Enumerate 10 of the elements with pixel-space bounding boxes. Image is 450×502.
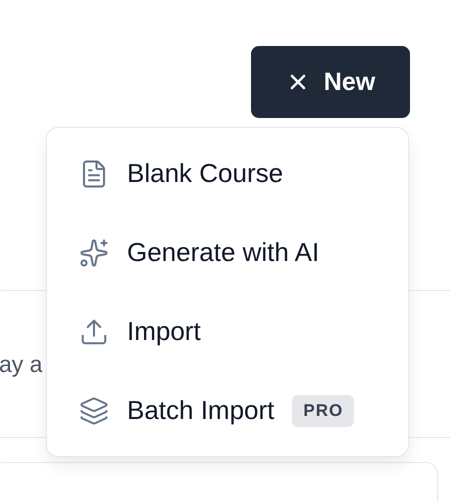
sparkles-icon — [79, 238, 109, 268]
menu-item[interactable]: Batch Import PRO — [47, 374, 408, 446]
card-text: ay a — [0, 350, 42, 378]
menu-item[interactable]: Generate with AI — [47, 216, 408, 288]
upload-icon — [79, 316, 109, 346]
layers-icon — [79, 396, 109, 426]
menu-item[interactable]: Import — [47, 296, 408, 368]
menu-item[interactable]: Blank Course — [47, 138, 408, 210]
new-button[interactable]: New — [251, 46, 410, 118]
pro-badge: PRO — [292, 394, 354, 426]
